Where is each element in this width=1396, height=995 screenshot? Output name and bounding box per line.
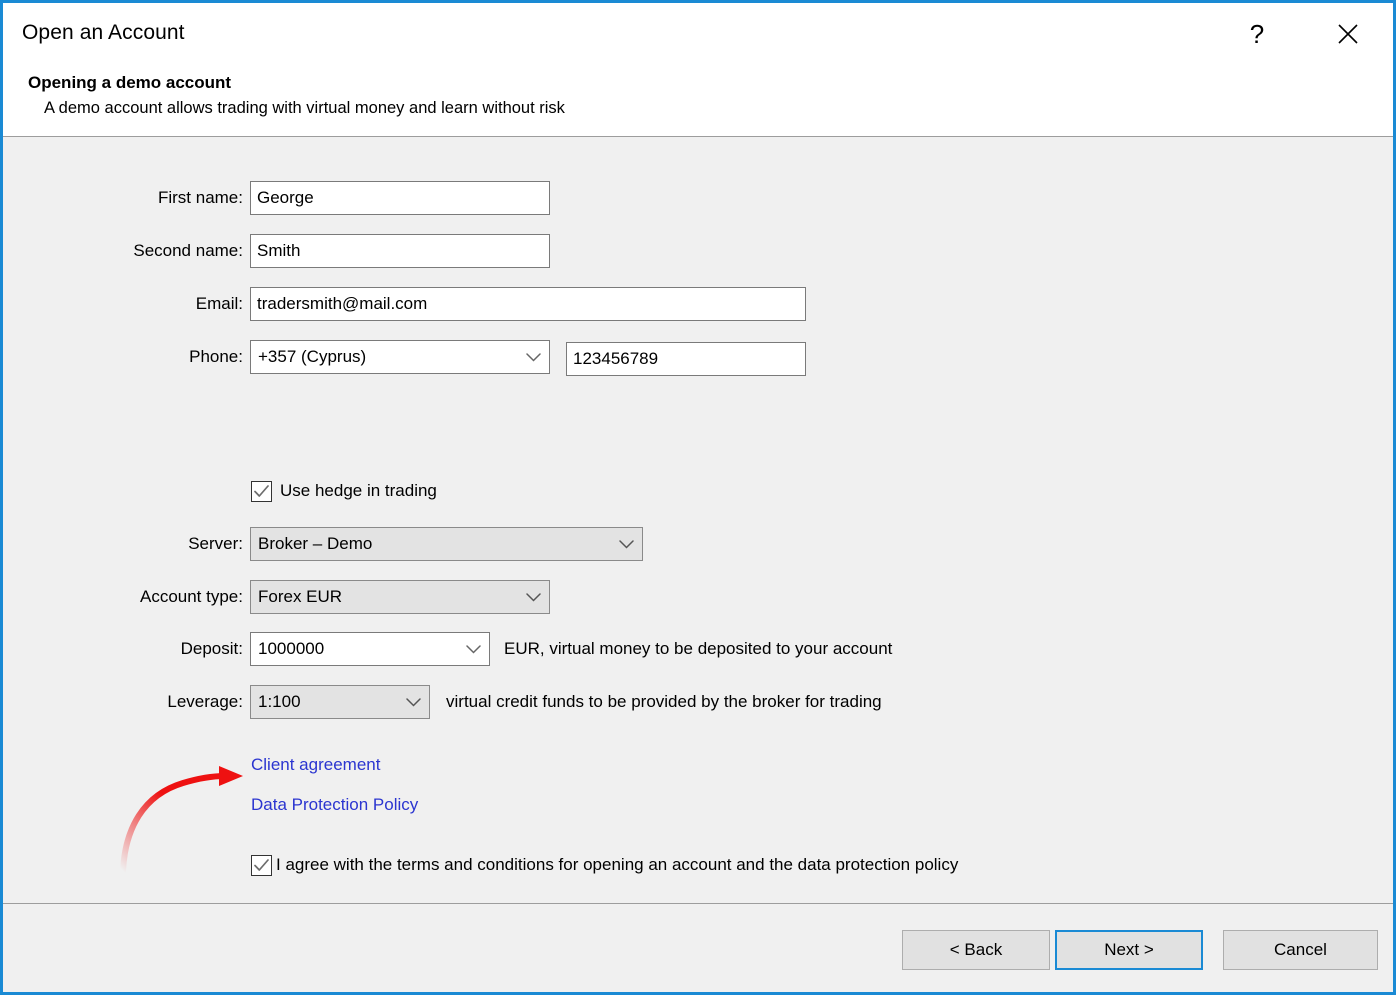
- question-mark-icon: ?: [1250, 19, 1264, 50]
- email-input[interactable]: tradersmith@mail.com: [250, 287, 806, 321]
- dialog-body: First name: George Second name: Smith Em…: [3, 137, 1393, 903]
- use-hedge-label: Use hedge in trading: [280, 477, 437, 505]
- field-row-leverage: Leverage: 1:100 virtual credit funds to …: [3, 685, 1023, 719]
- field-row-first-name: First name: George: [3, 181, 563, 215]
- field-row-email: Email: tradersmith@mail.com: [3, 287, 823, 321]
- use-hedge-checkbox[interactable]: [251, 481, 272, 502]
- leverage-label-col: Leverage:: [43, 685, 243, 719]
- field-row-deposit: Deposit: 1000000 EUR, virtual money to b…: [3, 632, 1003, 666]
- first-name-input[interactable]: George: [250, 181, 550, 215]
- field-row-second-name: Second name: Smith: [3, 234, 563, 268]
- deposit-hint: EUR, virtual money to be deposited to yo…: [504, 632, 892, 666]
- open-account-dialog: Open an Account ? Opening a demo account…: [0, 0, 1396, 995]
- dialog-title: Open an Account: [22, 21, 185, 45]
- deposit-select[interactable]: 1000000: [250, 632, 490, 666]
- agree-checkbox[interactable]: [251, 855, 272, 876]
- account-type-value: Forex EUR: [258, 581, 342, 613]
- field-row-account-type: Account type: Forex EUR: [3, 580, 563, 614]
- chevron-down-icon: [526, 581, 541, 613]
- data-protection-policy-link[interactable]: Data Protection Policy: [251, 795, 418, 815]
- use-hedge-checkbox-row[interactable]: Use hedge in trading: [251, 481, 551, 511]
- chevron-down-icon: [526, 341, 541, 373]
- first-name-label: First name:: [158, 181, 243, 215]
- leverage-value: 1:100: [258, 686, 301, 718]
- phone-country-code-select[interactable]: +357 (Cyprus): [250, 340, 550, 374]
- email-label-col: Email:: [43, 287, 243, 321]
- leverage-label: Leverage:: [167, 685, 243, 719]
- account-type-select[interactable]: Forex EUR: [250, 580, 550, 614]
- agree-checkbox-row[interactable]: I agree with the terms and conditions fo…: [251, 855, 1171, 885]
- chevron-down-icon: [466, 633, 481, 665]
- agree-label: I agree with the terms and conditions fo…: [276, 851, 958, 879]
- phone-country-code-value: +357 (Cyprus): [258, 341, 366, 373]
- field-row-server: Server: Broker – Demo: [3, 527, 663, 561]
- cancel-button[interactable]: Cancel: [1223, 930, 1378, 970]
- deposit-label-col: Deposit:: [43, 632, 243, 666]
- dialog-header: Open an Account ? Opening a demo account…: [3, 3, 1393, 137]
- close-button[interactable]: [1323, 11, 1373, 57]
- server-select[interactable]: Broker – Demo: [250, 527, 643, 561]
- page-description: A demo account allows trading with virtu…: [44, 99, 565, 118]
- email-label: Email:: [196, 287, 243, 321]
- server-label-col: Server:: [43, 527, 243, 561]
- next-button[interactable]: Next >: [1055, 930, 1203, 970]
- leverage-hint: virtual credit funds to be provided by t…: [446, 685, 882, 719]
- account-type-label-col: Account type:: [43, 580, 243, 614]
- help-button[interactable]: ?: [1233, 11, 1281, 57]
- field-row-phone: Phone: +357 (Cyprus) 123456789: [3, 340, 823, 374]
- leverage-select[interactable]: 1:100: [250, 685, 430, 719]
- deposit-value: 1000000: [258, 633, 324, 665]
- page-heading: Opening a demo account: [28, 73, 231, 93]
- dialog-footer: < Back Next > Cancel: [3, 903, 1393, 992]
- account-type-label: Account type:: [140, 580, 243, 614]
- close-x-icon: [1337, 23, 1359, 45]
- second-name-label-col: Second name:: [43, 234, 243, 268]
- phone-label: Phone:: [189, 340, 243, 374]
- back-button[interactable]: < Back: [902, 930, 1050, 970]
- chevron-down-icon: [406, 686, 421, 718]
- chevron-down-icon: [619, 528, 634, 560]
- second-name-label: Second name:: [133, 234, 243, 268]
- server-value: Broker – Demo: [258, 528, 372, 560]
- phone-label-col: Phone:: [43, 340, 243, 374]
- first-name-label-col: First name:: [43, 181, 243, 215]
- phone-number-input[interactable]: 123456789: [566, 342, 806, 376]
- client-agreement-link[interactable]: Client agreement: [251, 755, 380, 775]
- server-label: Server:: [188, 527, 243, 561]
- deposit-label: Deposit:: [181, 632, 243, 666]
- second-name-input[interactable]: Smith: [250, 234, 550, 268]
